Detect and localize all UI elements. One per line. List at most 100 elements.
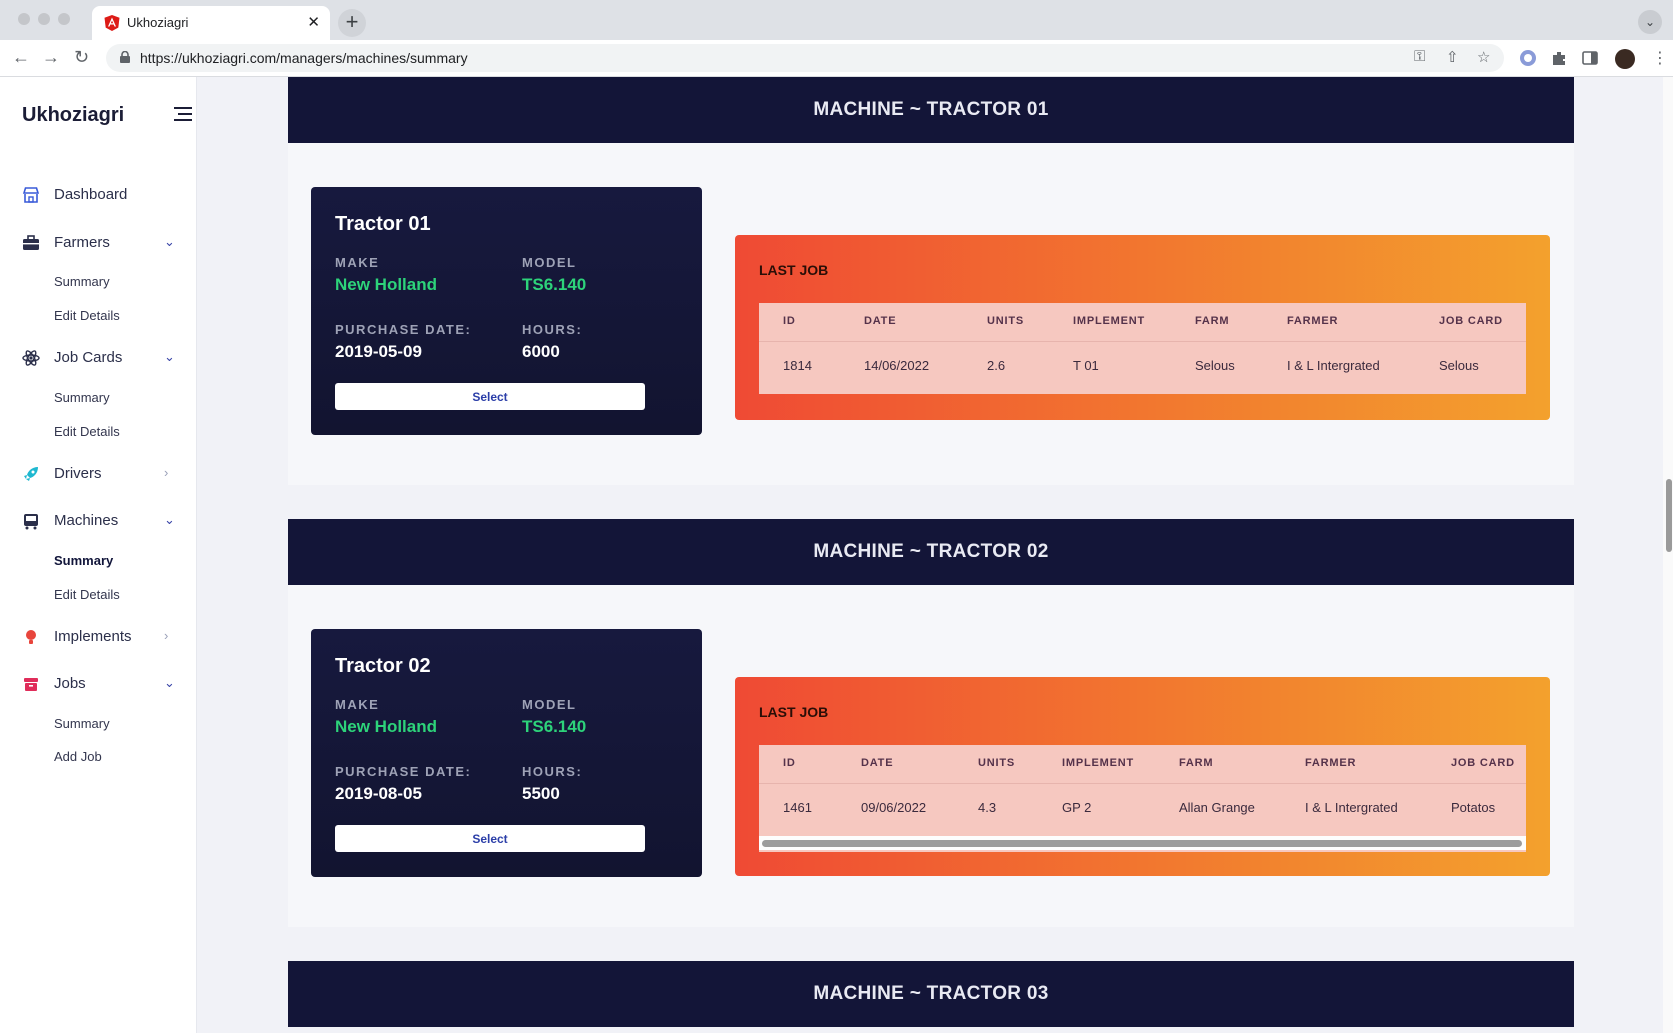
sidebar-subitem-job-cards-edit-details[interactable]: Edit Details	[54, 424, 120, 439]
sidebar-item-job-cards[interactable]: Job Cards ⌄	[0, 343, 196, 373]
machine-card: Tractor 01 MAKE New Holland MODEL TS6.14…	[311, 187, 702, 435]
select-button[interactable]: Select	[335, 825, 645, 852]
column-header: FARM	[1179, 757, 1214, 769]
tab-search-button[interactable]: ⌄	[1638, 10, 1662, 34]
page-scrollbar[interactable]	[1663, 77, 1673, 1033]
sidebar-item-label: Job Cards	[54, 349, 123, 366]
lock-icon	[120, 51, 130, 63]
last-job-title: LAST JOB	[759, 262, 829, 278]
browser-tab-bar: Ukhoziagri ✕ + ⌄	[0, 0, 1673, 40]
bulb-icon	[26, 630, 36, 644]
sidebar-subitem-farmers-summary[interactable]: Summary	[54, 274, 110, 289]
make-label: MAKE	[335, 697, 380, 712]
model-value: TS6.140	[522, 275, 587, 294]
sidebar-subitem-machines-edit-details[interactable]: Edit Details	[54, 587, 120, 602]
column-header: UNITS	[978, 757, 1015, 769]
sidebar-subitem-jobs-add-job[interactable]: Add Job	[54, 749, 102, 764]
horizontal-scrollbar-thumb[interactable]	[762, 840, 1522, 847]
machine-section-header: MACHINE ~ TRACTOR 03	[288, 961, 1574, 1027]
briefcase-icon	[23, 235, 39, 250]
table-cell: I & L Intergrated	[1287, 358, 1380, 373]
machine-card: Tractor 02 MAKE New Holland MODEL TS6.14…	[311, 629, 702, 877]
model-label: MODEL	[522, 255, 577, 270]
table-row: 1461 09/06/2022 4.3 GP 2 Allan Grange I …	[759, 783, 1526, 836]
hours-value: 6000	[522, 342, 560, 361]
last-job-table: ID DATE UNITS IMPLEMENT FARM FARMER JOB …	[759, 745, 1526, 852]
sidebar-item-label: Jobs	[54, 675, 86, 692]
address-bar[interactable]: https://ukhoziagri.com/managers/machines…	[106, 44, 1504, 72]
sidebar-subitem-farmers-edit-details[interactable]: Edit Details	[54, 308, 120, 323]
reload-icon[interactable]: ↻	[74, 47, 89, 68]
page-scrollbar-thumb[interactable]	[1666, 479, 1672, 552]
last-job-title: LAST JOB	[759, 704, 829, 720]
new-tab-button[interactable]: +	[338, 9, 366, 37]
sidebar-item-implements[interactable]: Implements ›	[0, 622, 196, 652]
model-label: MODEL	[522, 697, 577, 712]
table-cell: 4.3	[978, 800, 997, 815]
profile-avatar[interactable]	[1615, 49, 1635, 69]
sidebar-item-drivers[interactable]: Drivers ›	[0, 459, 196, 489]
column-header: FARM	[1195, 315, 1230, 327]
bus-icon	[24, 514, 38, 530]
menu-toggle-icon[interactable]	[174, 107, 192, 121]
column-header: DATE	[864, 315, 897, 327]
column-header: JOB CARD	[1439, 315, 1503, 327]
sidebar: Ukhoziagri Dashboard Farmers ⌄ Summary E…	[0, 77, 197, 1033]
table-header-row: ID DATE UNITS IMPLEMENT FARM FARMER JOB …	[759, 303, 1526, 341]
table-header-row: ID DATE UNITS IMPLEMENT FARM FARMER JOB …	[759, 745, 1526, 783]
machine-section-header: MACHINE ~ TRACTOR 02	[288, 519, 1574, 585]
horizontal-scrollbar[interactable]	[759, 836, 1526, 850]
sidebar-item-dashboard[interactable]: Dashboard	[0, 180, 196, 210]
main-content: MACHINE ~ TRACTOR 01 Tractor 01 MAKE New…	[197, 77, 1673, 1033]
forward-icon[interactable]: →	[42, 47, 60, 68]
sidebar-subitem-machines-summary[interactable]: Summary	[54, 553, 113, 568]
last-job-table: ID DATE UNITS IMPLEMENT FARM FARMER JOB …	[759, 303, 1526, 394]
browser-toolbar: ← → ↻ https://ukhoziagri.com/managers/ma…	[0, 40, 1673, 77]
table-row: 1814 14/06/2022 2.6 T 01 Selous I & L In…	[759, 341, 1526, 394]
puzzle-icon[interactable]	[1550, 49, 1568, 67]
purchase-date-label: PURCHASE DATE:	[335, 322, 472, 337]
machine-name: Tractor 02	[335, 655, 431, 677]
tab-title: Ukhoziagri	[127, 15, 189, 30]
machine-section-body: Tractor 01 MAKE New Holland MODEL TS6.14…	[288, 143, 1574, 485]
key-icon[interactable]: ⚿	[1414, 48, 1425, 65]
close-tab-icon[interactable]: ✕	[307, 13, 320, 31]
minimize-window-button[interactable]	[38, 13, 50, 25]
share-icon[interactable]: ⇧	[1446, 48, 1459, 66]
store-icon	[22, 187, 40, 203]
model-value: TS6.140	[522, 717, 587, 736]
sidebar-subitem-job-cards-summary[interactable]: Summary	[54, 390, 110, 405]
table-cell: GP 2	[1062, 800, 1092, 815]
chevron-down-icon: ⌄	[164, 675, 175, 690]
extension-icon[interactable]	[1519, 49, 1537, 67]
purchase-date-label: PURCHASE DATE:	[335, 764, 472, 779]
column-header: FARMER	[1287, 315, 1339, 327]
table-cell: 1461	[783, 800, 812, 815]
browser-tab[interactable]: Ukhoziagri ✕	[92, 6, 330, 40]
make-label: MAKE	[335, 255, 380, 270]
brand-logo[interactable]: Ukhoziagri	[22, 104, 124, 127]
select-button[interactable]: Select	[335, 383, 645, 410]
atom-icon	[22, 350, 40, 366]
purchase-date-value: 2019-08-05	[335, 784, 422, 803]
sidebar-item-farmers[interactable]: Farmers ⌄	[0, 228, 196, 258]
sidebar-item-label: Implements	[54, 628, 132, 645]
sidebar-subitem-jobs-summary[interactable]: Summary	[54, 716, 110, 731]
maximize-window-button[interactable]	[58, 13, 70, 25]
rocket-icon	[24, 467, 38, 481]
purchase-date-value: 2019-05-09	[335, 342, 422, 361]
close-window-button[interactable]	[18, 13, 30, 25]
table-cell: 14/06/2022	[864, 358, 930, 373]
chevron-right-icon: ›	[164, 465, 169, 480]
bookmark-star-icon[interactable]: ☆	[1477, 48, 1490, 66]
column-header: ID	[783, 757, 796, 769]
table-cell: 2.6	[987, 358, 1006, 373]
sidebar-item-jobs[interactable]: Jobs ⌄	[0, 669, 196, 699]
back-icon[interactable]: ←	[12, 47, 30, 68]
column-header: FARMER	[1305, 757, 1357, 769]
machine-section-body: Tractor 02 MAKE New Holland MODEL TS6.14…	[288, 585, 1574, 927]
machine-section-header: MACHINE ~ TRACTOR 01	[288, 77, 1574, 143]
sidebar-item-machines[interactable]: Machines ⌄	[0, 506, 196, 536]
more-menu-icon[interactable]: ⋮	[1652, 48, 1668, 68]
sidepanel-icon[interactable]	[1581, 49, 1599, 67]
